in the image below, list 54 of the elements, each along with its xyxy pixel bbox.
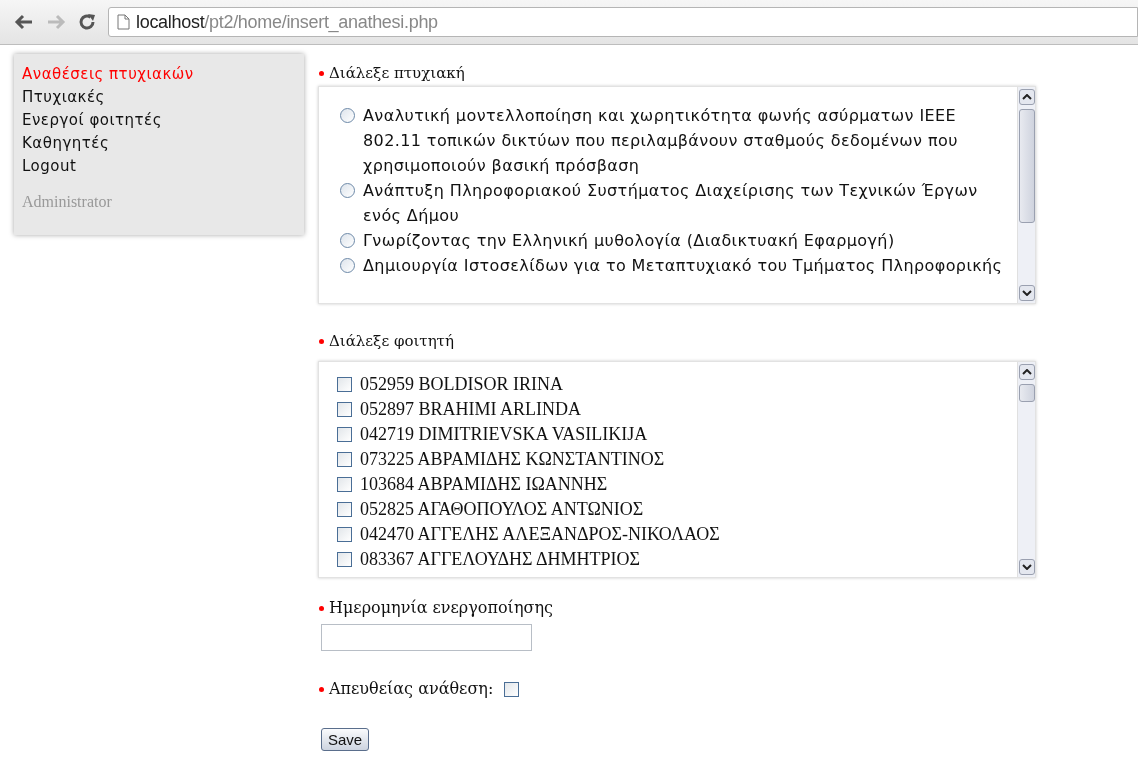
required-dot-icon [319, 686, 324, 692]
radio-button[interactable] [340, 108, 355, 123]
scroll-down-icon[interactable] [1022, 564, 1032, 570]
checkbox[interactable] [337, 527, 352, 542]
checkbox[interactable] [337, 477, 352, 492]
page-icon [117, 14, 130, 30]
date-input-field[interactable] [321, 624, 532, 651]
checkbox[interactable] [337, 502, 352, 517]
reload-icon[interactable] [78, 13, 96, 31]
field-label: Διάλεξε φοιτητή [329, 330, 454, 352]
checkbox[interactable] [337, 552, 352, 567]
checkbox[interactable] [337, 452, 352, 467]
required-dot-icon [319, 338, 324, 344]
student-option: 052897 BRAHIMI ARLINDA [360, 397, 581, 422]
scrollbar-thumb[interactable] [1019, 109, 1035, 223]
scroll-down-icon[interactable] [1022, 290, 1032, 296]
scrollbar-thumb[interactable] [1019, 384, 1035, 402]
menu-link[interactable]: Καθηγητές [22, 132, 304, 155]
field-label: Διάλεξε πτυχιακή [329, 62, 465, 84]
checkbox[interactable] [337, 427, 352, 442]
thesis-option: Αναλυτική μοντελλοποίηση και χωρητικότητα φωνής ασύρματων ΙΕΕΕ 802.11 τοπικών δικτύων που περιλαμβάνουν σταθμούς δεδομένων που χρησιμοποιούν βασική πρόσβαση [363, 103, 1007, 178]
thesis-option: Γνωρίζοντας την Ελληνική μυθολογία (Διαδικτυακή Εφαρμογή) [363, 228, 895, 253]
required-dot-icon [319, 70, 324, 76]
thesis-option: Δημιουργία Ιστοσελίδων για το Μεταπτυχιακό του Τμήματος Πληροφορικής [363, 253, 1003, 278]
role-label: Administrator [22, 192, 113, 212]
menu-link[interactable]: Ενεργοί φοιτητές [22, 109, 304, 132]
checkbox[interactable] [337, 402, 352, 417]
checkbox[interactable] [337, 377, 352, 392]
menu-link[interactable]: Logout [22, 155, 304, 178]
scroll-up-icon[interactable] [1022, 94, 1032, 100]
student-option: 083367 ΑΓΓΕΛΟΥΔΗΣ ΔΗΜΗΤΡΙΟΣ [360, 547, 641, 572]
url-host: localhost [136, 10, 205, 32]
student-option: 042719 DIMITRIEVSKA VASILIKIJA [360, 422, 648, 447]
radio-button[interactable] [340, 258, 355, 273]
required-dot-icon [319, 605, 324, 611]
student-option: 103684 ΑΒΡΑΜΙΔΗΣ ΙΩΑΝΝΗΣ [360, 472, 608, 497]
url-path: /pt2/home/insert_anathesi.php [204, 10, 438, 35]
field-label: Απευθείας ανάθεση: [329, 678, 494, 700]
thesis-option: Ανάπτυξη Πληροφοριακού Συστήματος Διαχείρισης των Τεχνικών Έργων ενός Δήμου [363, 178, 1007, 228]
back-icon[interactable] [14, 14, 34, 30]
student-option: 052959 BOLDISOR IRINA [360, 372, 563, 397]
field-label: Ημερομηνία ενεργοποίησης [329, 597, 553, 619]
checkbox[interactable] [504, 681, 520, 697]
radio-button[interactable] [340, 183, 355, 198]
student-option: 073225 ΑΒΡΑΜΙΔΗΣ ΚΩΝΣΤΑΝΤΙΝΟΣ [360, 447, 665, 472]
scrollbar[interactable] [1017, 362, 1035, 577]
address-bar[interactable]: localhost/pt2/home/insert_anathesi.php [108, 7, 1138, 37]
scroll-up-icon[interactable] [1022, 369, 1032, 375]
student-option: 042470 ΑΓΓΕΛΗΣ ΑΛΕΞΑΝΔΡΟΣ-ΝΙΚΟΛΑΟΣ [360, 522, 720, 547]
student-option: 052825 ΑΓΑΘΟΠΟΥΛΟΣ ΑΝΤΩΝΙΟΣ [360, 497, 644, 522]
radio-button[interactable] [340, 233, 355, 248]
save-button[interactable]: Save [321, 728, 370, 751]
scrollbar[interactable] [1017, 87, 1035, 303]
menu-link[interactable]: Πτυχιακές [22, 86, 304, 109]
